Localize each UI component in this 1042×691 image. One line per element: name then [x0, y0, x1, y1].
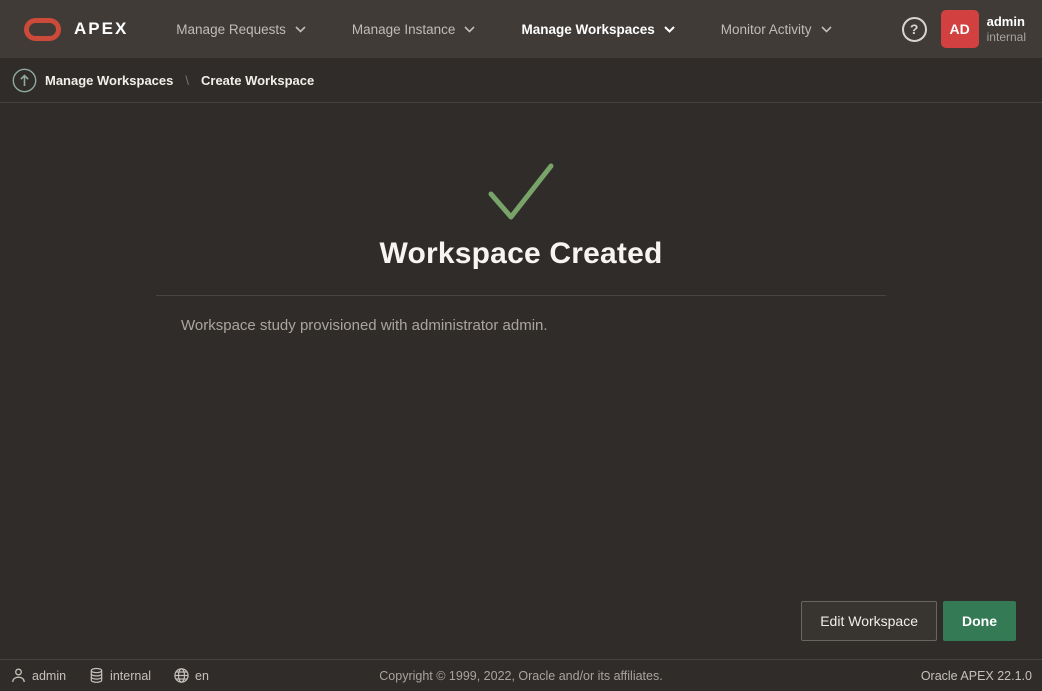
menu-label: Manage Requests — [176, 22, 286, 37]
breadcrumb-parent[interactable]: Manage Workspaces — [45, 73, 173, 88]
user-name: admin — [987, 14, 1026, 30]
breadcrumb-current: Create Workspace — [201, 73, 314, 88]
up-arrow-icon[interactable] — [12, 68, 37, 93]
footer: admin internal en Copyright © 1999, 2022… — [0, 659, 1042, 691]
menu-manage-workspaces[interactable]: Manage Workspaces — [521, 22, 674, 37]
footer-user: admin — [10, 667, 66, 684]
footer-database: internal — [88, 667, 151, 684]
footer-language: en — [173, 667, 209, 684]
main-menu: Manage Requests Manage Instance Manage W… — [176, 22, 831, 37]
breadcrumb: Manage Workspaces \ Create Workspace — [0, 58, 1042, 103]
footer-session-info: admin internal en — [10, 667, 209, 684]
menu-label: Manage Workspaces — [521, 22, 654, 37]
action-buttons: Edit Workspace Done — [801, 601, 1016, 641]
oracle-logo-icon — [24, 18, 61, 41]
chevron-down-icon — [821, 26, 832, 33]
menu-monitor-activity[interactable]: Monitor Activity — [721, 22, 832, 37]
user-meta: admin internal — [987, 14, 1026, 44]
help-icon[interactable]: ? — [902, 17, 927, 42]
menu-label: Monitor Activity — [721, 22, 812, 37]
breadcrumb-separator: \ — [185, 73, 189, 88]
chevron-down-icon — [464, 26, 475, 33]
edit-workspace-button[interactable]: Edit Workspace — [801, 601, 937, 641]
top-navigation-bar: APEX Manage Requests Manage Instance Man… — [0, 0, 1042, 58]
chevron-down-icon — [295, 26, 306, 33]
menu-manage-instance[interactable]: Manage Instance — [352, 22, 476, 37]
footer-language-label: en — [195, 669, 209, 683]
page-title: Workspace Created — [0, 237, 1042, 271]
globe-icon — [173, 667, 190, 684]
menu-manage-requests[interactable]: Manage Requests — [176, 22, 306, 37]
brand-title: APEX — [74, 19, 128, 39]
menu-label: Manage Instance — [352, 22, 456, 37]
version-text: Oracle APEX 22.1.0 — [921, 669, 1032, 683]
chevron-down-icon — [664, 26, 675, 33]
user-menu[interactable]: AD admin internal — [941, 10, 1026, 48]
user-icon — [10, 667, 27, 684]
divider — [156, 295, 886, 296]
footer-user-label: admin — [32, 669, 66, 683]
user-realm: internal — [987, 30, 1026, 44]
main-content: Workspace Created Workspace study provis… — [0, 163, 1042, 659]
done-button[interactable]: Done — [943, 601, 1016, 641]
header-utilities: ? AD admin internal — [902, 10, 1026, 48]
success-message: Workspace study provisioned with adminis… — [156, 317, 886, 334]
footer-database-label: internal — [110, 669, 151, 683]
success-checkmark-icon — [488, 163, 554, 221]
database-icon — [88, 667, 105, 684]
avatar: AD — [941, 10, 979, 48]
